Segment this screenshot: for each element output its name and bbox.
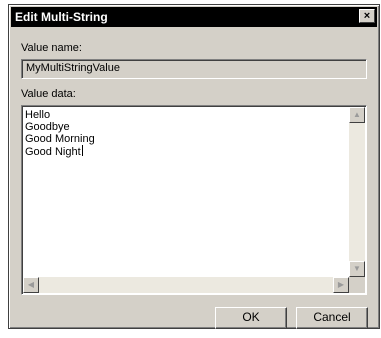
value-data-line: Good Morning	[25, 133, 95, 145]
arrow-up-icon: ▲	[353, 110, 361, 119]
edit-multi-string-dialog: Edit Multi-String × Value name: MyMultiS…	[8, 4, 380, 329]
close-icon: ×	[363, 10, 371, 22]
horizontal-scrollbar[interactable]: ◀ ▶	[23, 277, 349, 293]
arrow-left-icon: ◀	[27, 280, 35, 289]
scroll-up-button[interactable]: ▲	[349, 107, 365, 123]
value-data-line-last: Good Night	[25, 145, 348, 158]
cancel-button[interactable]: Cancel	[296, 307, 368, 329]
value-data-line-text: Good Night	[25, 146, 81, 158]
arrow-right-icon: ▶	[337, 280, 345, 289]
value-data-line: Goodbye	[25, 121, 70, 133]
value-name-label: Value name:	[21, 42, 82, 54]
scroll-right-button[interactable]: ▶	[333, 277, 349, 293]
close-button[interactable]: ×	[359, 9, 375, 23]
title-bar[interactable]: Edit Multi-String ×	[11, 7, 377, 27]
vertical-scrollbar[interactable]: ▲ ▼	[349, 107, 365, 277]
value-name-field: MyMultiStringValue	[21, 59, 367, 79]
value-data-textarea[interactable]: Hello Goodbye Good Morning Good Night ▲ …	[21, 105, 367, 295]
value-data-label: Value data:	[21, 88, 76, 100]
text-caret	[81, 145, 83, 156]
arrow-down-icon: ▼	[353, 264, 361, 273]
ok-button[interactable]: OK	[215, 307, 287, 329]
scroll-down-button[interactable]: ▼	[349, 261, 365, 277]
value-data-line: Hello	[25, 109, 51, 121]
value-data-text[interactable]: Hello Goodbye Good Morning Good Night	[25, 109, 348, 276]
scroll-left-button[interactable]: ◀	[23, 277, 39, 293]
scrollbar-corner	[349, 277, 365, 293]
dialog-title: Edit Multi-String	[15, 10, 108, 24]
